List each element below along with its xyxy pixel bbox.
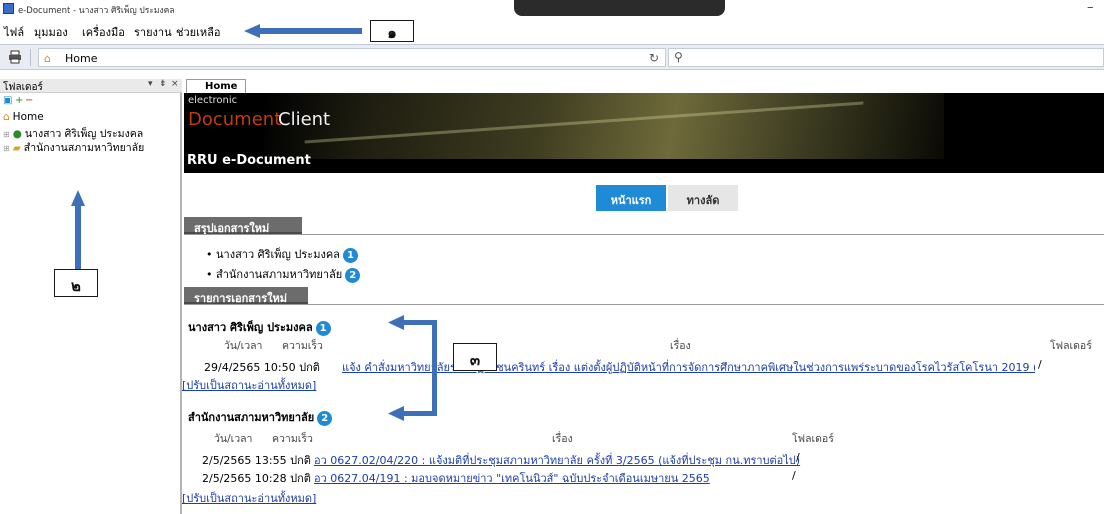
app-title: RRU e-Document [187,153,311,168]
count-badge: 1 [342,247,358,263]
group-title-label: นางสาว ศิริเพ็ญ ประมงคล [188,321,313,334]
column-header-datetime: วัน/เวลา [214,433,253,445]
folder-panel-title: โฟลเดอร์ [3,82,43,93]
folder-panel-header: โฟลเดอร์ ▾ ⇟ × [0,79,182,93]
annotation-marker-1: ๑ [370,20,414,42]
folder-icon: ▰ [12,142,21,154]
annotation-marker-2: ๒ [54,269,98,297]
summary-item-label: สำนักงานสภามหาวิทยาลัย [216,268,343,281]
count-badge: 2 [345,267,361,283]
app-icon [3,3,14,14]
panel-dropdown-icon[interactable]: ▾ [148,79,153,89]
add-folder-icon[interactable]: + [15,95,23,106]
section-divider [184,304,1104,305]
row-folder: / [796,451,800,464]
print-icon[interactable] [8,50,22,64]
document-link[interactable]: แจ้ง คำสั่งมหาวิทยาลัยราชภัฏราชนครินทร์ … [342,358,1035,376]
document-link[interactable]: อว 0627.04/191 : มอบจดหมายข่าว "เทคโนนิว… [314,469,710,487]
address-text: Home [65,52,98,65]
row-folder: / [1038,358,1042,371]
count-badge: 2 [317,410,333,426]
window-title: e-Document - นางสาว ศิริเพ็ญ ประมงคล [18,6,175,16]
annotation-marker-3: ๓ [453,343,497,371]
menu-tools[interactable]: เครื่องมือ [82,23,125,41]
tab-shortcut[interactable]: ทางลัด [668,185,738,211]
arrow-left-icon [244,24,362,38]
tree-item-label: Home [12,111,44,123]
column-header-datetime: วัน/เวลา [224,340,263,352]
screen-overlay-bar [514,0,725,16]
column-header-subject: เรื่อง [670,340,691,352]
toolbar: ⌂ Home ↻ ⚲ [0,44,1104,70]
row-date: 29/4/2565 10:50 ปกติ [204,361,320,374]
tree-item-council-office[interactable]: ⊞ ▰ สำนักงานสภามหาวิทยาลัย [3,139,144,156]
column-header-folder: โฟลเดอร์ [1050,340,1092,352]
mark-all-read-link[interactable]: [ปรับเป็นสถานะอ่านทั้งหมด] [182,376,316,394]
refresh-icon[interactable]: ↻ [649,51,659,65]
toolbar-separator [30,49,31,66]
expand-icon[interactable]: ⊞ [3,144,10,153]
brand-document-text: Document [188,109,282,130]
tree-item-home[interactable]: ⌂ Home [3,111,44,123]
group-title-label: สำนักงานสภามหาวิทยาลัย [188,411,315,424]
column-header-subject: เรื่อง [552,433,573,445]
document-link[interactable]: อว 0627.02/04/220 : แจ้งมติที่ประชุมสภาม… [314,451,800,469]
panel-pin-icon[interactable]: ⇟ [159,79,167,89]
brand-client-text: Client [278,109,331,130]
address-bar[interactable]: ⌂ Home ↻ [38,48,666,67]
summary-section-header: สรุปเอกสารใหม่ [184,217,302,235]
folder-panel-tools: ▣ + − [0,94,182,108]
menu-help[interactable]: ช่วยเหลือ [176,23,220,41]
row-folder: / [792,469,796,482]
header-banner: electronic Document Client [184,93,1104,159]
group-title-user: นางสาว ศิริเพ็ญ ประมงคล 1 [188,318,331,336]
row-date: 2/5/2565 10:28 ปกติ [202,472,311,485]
new-docs-section-header: รายการเอกสารใหม่ [184,287,308,305]
tree-item-label: สำนักงานสภามหาวิทยาลัย [23,142,145,154]
menu-file[interactable]: ไฟล์ [4,23,24,41]
home-icon: ⌂ [44,52,51,65]
section-divider [184,234,1104,235]
summary-item-label: นางสาว ศิริเพ็ญ ประมงคล [216,248,340,261]
expand-icon[interactable]: ⊞ [3,130,10,139]
remove-folder-icon[interactable]: − [25,95,33,106]
panel-close-icon[interactable]: × [171,79,179,89]
summary-item-user[interactable]: • นางสาว ศิริเพ็ญ ประมงคล 1 [206,245,358,263]
window-titlebar: e-Document - นางสาว ศิริเพ็ญ ประมงคล – [0,0,1104,18]
count-badge: 1 [315,320,331,336]
column-header-folder: โฟลเดอร์ [792,433,834,445]
arrow-up-icon [71,190,85,272]
minimize-icon[interactable]: – [1087,0,1094,15]
search-icon: ⚲ [674,50,683,64]
menu-bar: ไฟล์ มุมมอง เครื่องมือ รายงาน ช่วยเหลือ [0,18,1104,42]
refresh-tree-icon[interactable]: ▣ [3,95,12,106]
search-input[interactable]: ⚲ [668,48,1104,67]
tab-home-page[interactable]: หน้าแรก [596,185,666,211]
menu-view[interactable]: มุมมอง [34,23,68,41]
menu-report[interactable]: รายงาน [134,23,172,41]
home-icon: ⌂ [3,111,10,123]
bracket-arrows-icon [388,315,437,421]
content-area: Home electronic Document Client RRU e-Do… [182,79,1104,514]
tab-home[interactable]: Home [186,79,246,93]
mark-all-read-link[interactable]: [ปรับเป็นสถานะอ่านทั้งหมด] [182,489,316,507]
column-header-priority: ความเร็ว [272,433,313,445]
banner-footer [184,159,1104,173]
column-header-priority: ความเร็ว [282,340,323,352]
summary-item-council[interactable]: • สำนักงานสภามหาวิทยาลัย 2 [206,265,361,283]
brand-small-text: electronic [188,95,238,106]
group-title-council: สำนักงานสภามหาวิทยาลัย 2 [188,408,333,426]
row-date: 2/5/2565 13:55 ปกติ [202,454,311,467]
